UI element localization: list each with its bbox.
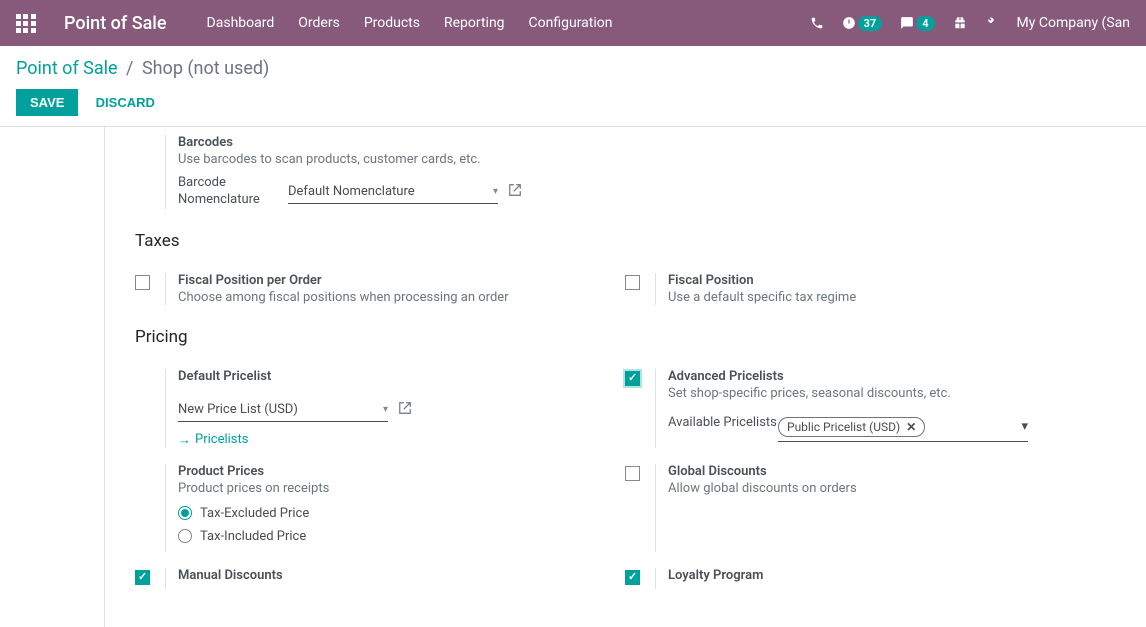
fiscal-per-order-label: Fiscal Position per Order xyxy=(178,273,615,288)
activities-button[interactable]: 37 xyxy=(842,16,883,31)
discard-button[interactable]: DISCARD xyxy=(92,89,159,116)
taxes-section-title: Taxes xyxy=(135,231,1146,251)
save-button[interactable]: SAVE xyxy=(16,89,78,116)
available-pricelists-input[interactable]: Public Pricelist (USD) ✕ ▾ xyxy=(778,415,1028,442)
manual-discounts-label: Manual Discounts xyxy=(178,568,615,583)
breadcrumb-bar: Point of Sale / Shop (not used) xyxy=(0,46,1146,85)
advanced-pricelists-label: Advanced Pricelists xyxy=(668,369,1105,384)
topbar: Point of Sale Dashboard Orders Products … xyxy=(0,0,1146,46)
messages-badge: 4 xyxy=(916,16,934,31)
messages-button[interactable]: 4 xyxy=(900,16,934,31)
fiscal-per-order-desc: Choose among fiscal positions when proce… xyxy=(178,290,615,305)
external-link-icon[interactable] xyxy=(508,183,522,201)
nav-orders[interactable]: Orders xyxy=(298,15,340,31)
nav-products[interactable]: Products xyxy=(364,15,420,31)
barcode-nomenclature-label: Barcode Nomenclature xyxy=(178,175,288,209)
caret-down-icon: ▾ xyxy=(1021,419,1028,434)
pricing-section-title: Pricing xyxy=(135,327,1146,347)
nav-menu: Dashboard Orders Products Reporting Conf… xyxy=(207,15,613,31)
available-pricelists-label: Available Pricelists xyxy=(668,415,778,432)
manual-discounts-checkbox[interactable] xyxy=(135,570,150,585)
global-discounts-label: Global Discounts xyxy=(668,464,1105,479)
barcodes-desc: Use barcodes to scan products, customer … xyxy=(178,152,615,167)
action-bar: SAVE DISCARD xyxy=(0,85,1146,127)
settings-content: Barcodes Use barcodes to scan products, … xyxy=(105,127,1146,627)
fiscal-position-desc: Use a default specific tax regime xyxy=(668,290,1105,305)
pricelists-link[interactable]: → Pricelists xyxy=(178,432,248,448)
fiscal-position-checkbox[interactable] xyxy=(625,275,640,290)
default-pricelist-select[interactable]: New Price List (USD) ▾ xyxy=(178,398,388,422)
breadcrumb-root[interactable]: Point of Sale xyxy=(16,58,118,79)
tax-included-radio[interactable] xyxy=(178,529,192,543)
arrow-right-icon: → xyxy=(178,432,191,448)
remove-tag-icon[interactable]: ✕ xyxy=(906,420,916,434)
brand-title[interactable]: Point of Sale xyxy=(64,13,167,34)
activities-badge: 37 xyxy=(858,16,883,31)
loyalty-program-checkbox[interactable] xyxy=(625,570,640,585)
tax-excluded-radio[interactable] xyxy=(178,506,192,520)
caret-down-icon: ▾ xyxy=(383,404,388,415)
barcode-nomenclature-value: Default Nomenclature xyxy=(288,184,415,199)
nav-configuration[interactable]: Configuration xyxy=(529,15,613,31)
phone-icon[interactable] xyxy=(810,16,824,30)
breadcrumb-current: Shop (not used) xyxy=(142,58,269,79)
nav-reporting[interactable]: Reporting xyxy=(444,15,505,31)
public-pricelist-tag: Public Pricelist (USD) ✕ xyxy=(778,417,925,437)
gift-icon[interactable] xyxy=(953,16,967,30)
global-discounts-desc: Allow global discounts on orders xyxy=(668,481,1105,496)
settings-sidebar xyxy=(0,127,105,627)
barcode-nomenclature-select[interactable]: Default Nomenclature ▾ xyxy=(288,180,498,204)
advanced-pricelists-checkbox[interactable] xyxy=(625,371,640,386)
tax-excluded-label: Tax-Excluded Price xyxy=(200,506,309,521)
default-pricelist-value: New Price List (USD) xyxy=(178,402,298,417)
nav-dashboard[interactable]: Dashboard xyxy=(207,15,275,31)
fiscal-position-label: Fiscal Position xyxy=(668,273,1105,288)
apps-icon[interactable] xyxy=(16,14,36,33)
company-switcher[interactable]: My Company (San xyxy=(1017,15,1130,31)
external-link-icon[interactable] xyxy=(398,401,412,419)
caret-down-icon: ▾ xyxy=(493,186,498,197)
breadcrumb-separator: / xyxy=(126,58,133,79)
loyalty-program-label: Loyalty Program xyxy=(668,568,1105,583)
product-prices-desc: Product prices on receipts xyxy=(178,481,615,496)
topbar-right: 37 4 My Company (San xyxy=(810,15,1130,31)
barcodes-setting: Barcodes Use barcodes to scan products, … xyxy=(165,135,615,209)
fiscal-per-order-checkbox[interactable] xyxy=(135,275,150,290)
global-discounts-checkbox[interactable] xyxy=(625,466,640,481)
tools-icon[interactable] xyxy=(985,16,999,30)
settings-body: Barcodes Use barcodes to scan products, … xyxy=(0,127,1146,627)
default-pricelist-label: Default Pricelist xyxy=(178,369,615,384)
breadcrumb: Point of Sale / Shop (not used) xyxy=(16,58,1130,79)
tax-included-label: Tax-Included Price xyxy=(200,529,306,544)
advanced-pricelists-desc: Set shop-specific prices, seasonal disco… xyxy=(668,386,1105,401)
product-prices-label: Product Prices xyxy=(178,464,615,479)
barcodes-label: Barcodes xyxy=(178,135,615,150)
